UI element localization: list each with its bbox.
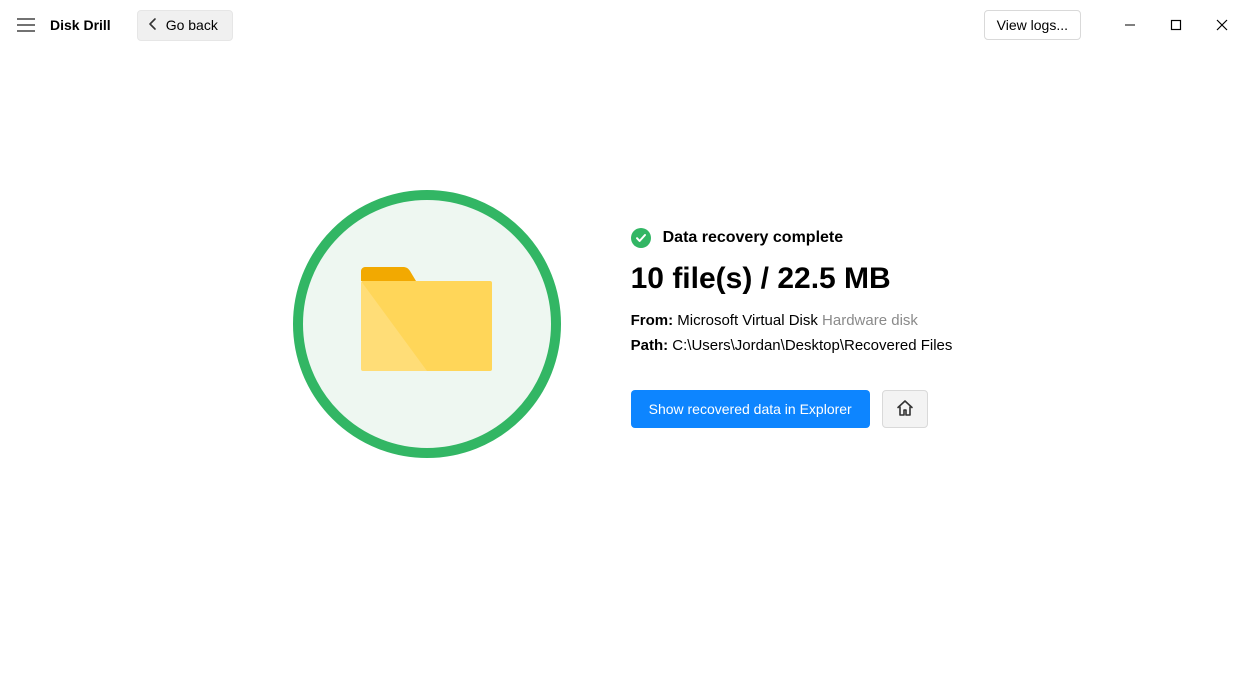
path-row: Path: C:\Users\Jordan\Desktop\Recovered … [631, 337, 953, 354]
status-text: Data recovery complete [663, 229, 844, 247]
app-title: Disk Drill [50, 17, 111, 33]
actions-row: Show recovered data in Explorer [631, 390, 953, 428]
close-button[interactable] [1199, 0, 1245, 50]
from-label: From: [631, 312, 674, 329]
chevron-left-icon [146, 17, 160, 34]
content-area: Data recovery complete 10 file(s) / 22.5… [0, 190, 1245, 458]
show-in-explorer-button[interactable]: Show recovered data in Explorer [631, 390, 870, 428]
from-row: From: Microsoft Virtual Disk Hardware di… [631, 312, 953, 329]
result-details: Data recovery complete 10 file(s) / 22.5… [631, 190, 953, 428]
path-label: Path: [631, 337, 669, 354]
minimize-button[interactable] [1107, 0, 1153, 50]
maximize-button[interactable] [1153, 0, 1199, 50]
folder-icon [359, 267, 494, 382]
path-value: C:\Users\Jordan\Desktop\Recovered Files [672, 337, 952, 354]
menu-icon[interactable] [12, 11, 40, 39]
from-value: Microsoft Virtual Disk [677, 312, 818, 329]
success-check-icon [631, 228, 651, 248]
view-logs-button[interactable]: View logs... [984, 10, 1081, 40]
result-illustration [293, 190, 561, 458]
from-type: Hardware disk [822, 312, 918, 329]
home-icon [895, 398, 915, 421]
home-button[interactable] [882, 390, 928, 428]
titlebar: Disk Drill Go back View logs... [0, 0, 1245, 50]
go-back-label: Go back [166, 17, 218, 33]
status-row: Data recovery complete [631, 228, 953, 248]
recovery-summary: 10 file(s) / 22.5 MB [631, 262, 953, 296]
window-controls [1107, 0, 1245, 50]
go-back-button[interactable]: Go back [137, 10, 233, 41]
